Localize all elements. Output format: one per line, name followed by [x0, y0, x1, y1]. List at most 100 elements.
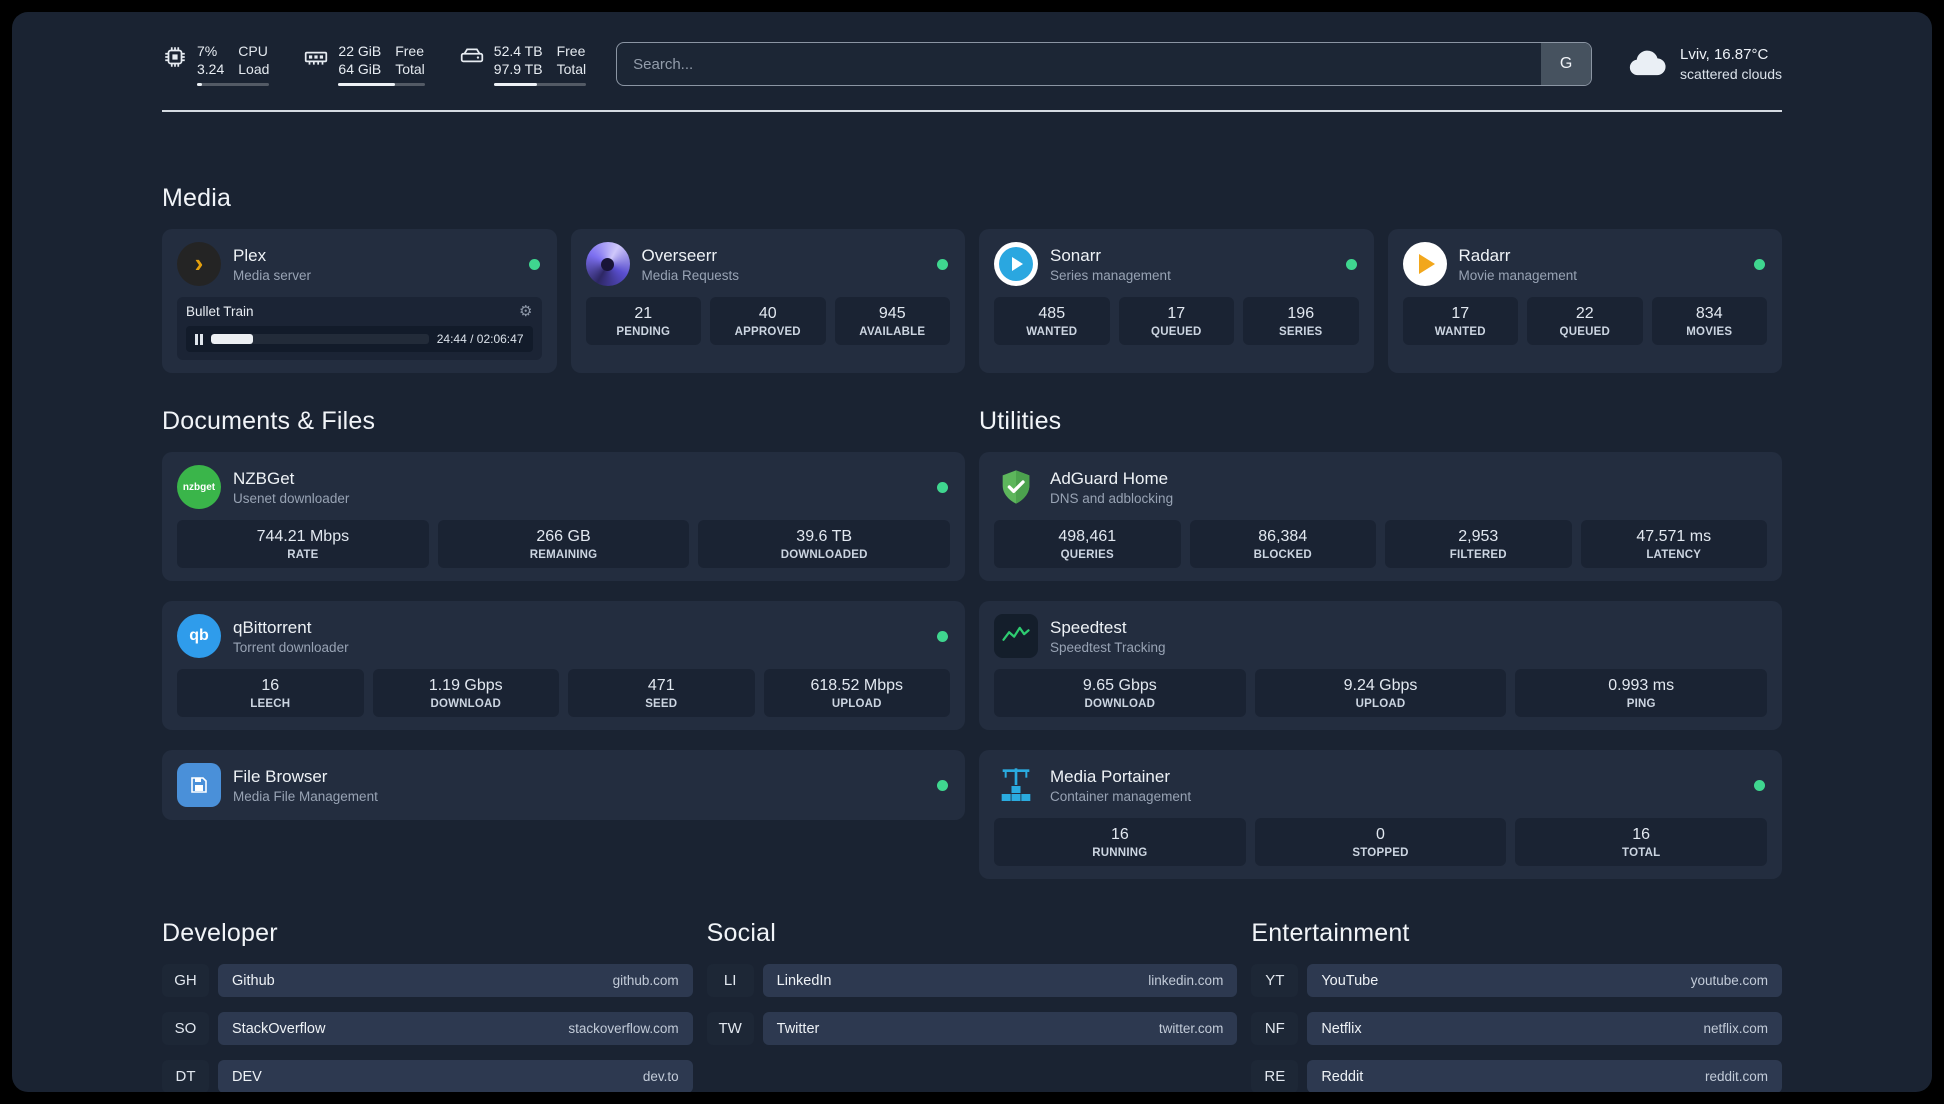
stat-label: SEED [645, 698, 678, 711]
search-provider-button[interactable]: G [1541, 43, 1592, 86]
stat-label: APPROVED [734, 326, 801, 339]
stat-value: 485 [1038, 305, 1066, 323]
service-card-plex[interactable]: › Plex Media server Bullet Train ⚙ 24:44… [162, 229, 557, 374]
service-card-speedtest[interactable]: Speedtest Speedtest Tracking 9.65 Gbps D… [979, 601, 1782, 731]
stat-value: 47.571 ms [1636, 528, 1712, 546]
service-card-qbittorrent[interactable]: qb qBittorrent Torrent downloader 16 LEE… [162, 601, 965, 731]
pause-icon[interactable] [195, 333, 203, 345]
bookmark-url: linkedin.com [1148, 973, 1224, 989]
service-name: Plex [233, 245, 267, 265]
stat-queued: 22 QUEUED [1527, 297, 1643, 346]
service-name: Overseerr [641, 245, 718, 265]
sonarr-icon [994, 242, 1038, 287]
stat-ping: 0.993 ms PING [1515, 669, 1768, 718]
stat-value: 16 [1632, 826, 1651, 844]
bookmark-stackoverflow[interactable]: SO StackOverflow stackoverflow.com [162, 1012, 693, 1046]
stat-value: 16 [261, 677, 280, 695]
status-dot [528, 258, 540, 270]
stat-download: 1.19 Gbps DOWNLOAD [372, 669, 559, 718]
stat-label: DOWNLOAD [1084, 698, 1156, 711]
ram-usage-bar [338, 83, 425, 87]
stat-value: 471 [647, 677, 675, 695]
stat-value: 16 [1110, 826, 1129, 844]
bookmark-linkedin[interactable]: LI LinkedIn linkedin.com [706, 964, 1238, 998]
service-desc: Movie management [1458, 267, 1578, 283]
bookmark-abbr: LI [706, 964, 754, 998]
stat-label: PING [1626, 698, 1656, 711]
stat-label: MOVIES [1686, 326, 1733, 339]
service-card-sonarr[interactable]: Sonarr Series management 485 WANTED 17 Q… [979, 229, 1374, 374]
stat-value: 17 [1167, 305, 1186, 323]
service-name: Speedtest [1050, 617, 1127, 637]
stat-downloaded: 39.6 TB DOWNLOADED [698, 520, 951, 569]
stat-wanted: 17 WANTED [1402, 297, 1518, 346]
bookmark-netflix[interactable]: NF Netflix netflix.com [1251, 1012, 1782, 1046]
bookmark-youtube[interactable]: YT YouTube youtube.com [1251, 964, 1782, 998]
status-dot [1345, 258, 1357, 270]
stat-label: UPLOAD [831, 698, 882, 711]
bookmark-abbr: DT [162, 1060, 209, 1092]
service-desc: Speedtest Tracking [1050, 639, 1166, 655]
cpu-percent: 7% [197, 43, 218, 59]
stat-label: DOWNLOAD [430, 698, 502, 711]
service-name: File Browser [233, 766, 328, 786]
ram-icon [303, 44, 329, 75]
stat-latency: 47.571 ms LATENCY [1580, 520, 1767, 569]
status-dot [937, 779, 948, 791]
stat-queries: 498,461 QUERIES [994, 520, 1181, 569]
search-bar: G [616, 42, 1593, 87]
stat-label: STOPPED [1352, 847, 1409, 860]
stat-available: 945 AVAILABLE [834, 297, 950, 346]
group-title-entertainment: Entertainment [1251, 919, 1410, 948]
bookmark-dev[interactable]: DT DEV dev.to [162, 1060, 693, 1092]
system-stats: 7% 3.24 CPU Load 22 GiB 64 GiB Free Tota… [162, 42, 587, 87]
search-input[interactable] [617, 43, 1542, 86]
stat-label: QUEUED [1559, 326, 1610, 339]
service-desc: Torrent downloader [233, 639, 349, 655]
bookmark-abbr: GH [162, 964, 209, 998]
bookmark-abbr: NF [1251, 1012, 1299, 1046]
service-card-radarr[interactable]: Radarr Movie management 17 WANTED 22 QUE… [1387, 229, 1782, 374]
service-card-portainer[interactable]: Media Portainer Container management 16 … [979, 750, 1782, 880]
bookmark-abbr: TW [706, 1012, 754, 1046]
bookmark-github[interactable]: GH Github github.com [162, 964, 693, 998]
service-card-filebrowser[interactable]: File Browser Media File Management [162, 750, 965, 821]
bookmark-name: YouTube [1321, 972, 1379, 989]
status-dot [1754, 779, 1765, 791]
ram-widget: 22 GiB 64 GiB Free Total [303, 42, 425, 87]
bookmark-url: stackoverflow.com [568, 1021, 679, 1037]
cpu-widget: 7% 3.24 CPU Load [162, 42, 270, 87]
bookmark-name: Twitter [776, 1020, 820, 1037]
bookmark-link: Github github.com [218, 964, 693, 998]
stat-total: 16 TOTAL [1515, 818, 1768, 867]
bookmark-url: twitter.com [1158, 1021, 1224, 1037]
stat-label: DOWNLOADED [780, 549, 868, 562]
overseerr-icon [585, 242, 630, 287]
dashboard: 7% 3.24 CPU Load 22 GiB 64 GiB Free Tota… [12, 12, 1932, 1092]
disk-total: 97.9 TB [493, 61, 543, 78]
cpu-usage-bar [197, 83, 270, 87]
bookmark-name: Netflix [1321, 1020, 1362, 1037]
section-media: Media › Plex Media server Bullet Train ⚙ [162, 184, 1782, 374]
service-card-adguard[interactable]: AdGuard Home DNS and adblocking 498,461 … [979, 452, 1782, 582]
bookmark-reddit[interactable]: RE Reddit reddit.com [1251, 1060, 1782, 1092]
service-card-overseerr[interactable]: Overseerr Media Requests 21 PENDING 40 A… [570, 229, 965, 374]
status-dot [937, 481, 948, 493]
stat-value: 498,461 [1058, 528, 1117, 546]
stat-value: 86,384 [1258, 528, 1308, 546]
bookmark-twitter[interactable]: TW Twitter twitter.com [706, 1012, 1238, 1046]
status-dot [937, 258, 948, 270]
bookmark-url: netflix.com [1703, 1021, 1768, 1037]
service-desc: DNS and adblocking [1050, 490, 1174, 506]
stat-value: 266 GB [536, 528, 591, 546]
group-title-social: Social [706, 919, 776, 948]
gear-icon[interactable]: ⚙ [519, 304, 532, 319]
bookmark-group-social: Social LI LinkedIn linkedin.com TW Twitt… [706, 919, 1238, 1060]
stat-approved: 40 APPROVED [710, 297, 826, 346]
stat-value: 2,953 [1458, 528, 1499, 546]
stat-label: PENDING [616, 326, 671, 339]
stat-value: 9.65 Gbps [1082, 677, 1157, 695]
playback-progress [211, 334, 429, 345]
service-card-nzbget[interactable]: nzbget NZBGet Usenet downloader 744.21 M… [162, 452, 965, 582]
bookmark-url: youtube.com [1690, 973, 1768, 989]
